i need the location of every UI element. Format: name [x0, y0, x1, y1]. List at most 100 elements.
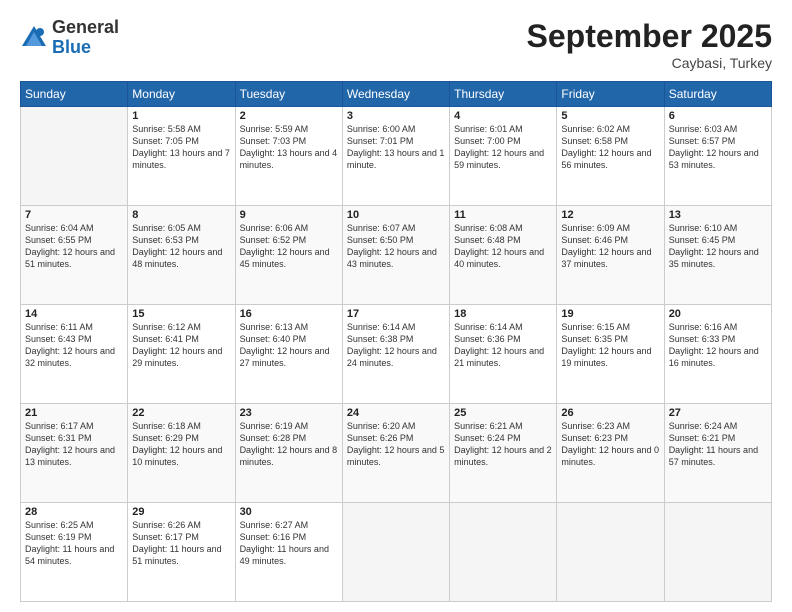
- logo-icon: [20, 24, 48, 52]
- day-info: Sunrise: 6:14 AMSunset: 6:36 PMDaylight:…: [454, 321, 552, 370]
- day-info: Sunrise: 6:06 AMSunset: 6:52 PMDaylight:…: [240, 222, 338, 271]
- week-row-2: 7Sunrise: 6:04 AMSunset: 6:55 PMDaylight…: [21, 206, 772, 305]
- day-info: Sunrise: 6:01 AMSunset: 7:00 PMDaylight:…: [454, 123, 552, 172]
- day-info: Sunrise: 6:19 AMSunset: 6:28 PMDaylight:…: [240, 420, 338, 469]
- day-number: 18: [454, 308, 552, 320]
- day-info: Sunrise: 6:12 AMSunset: 6:41 PMDaylight:…: [132, 321, 230, 370]
- day-header-friday: Friday: [557, 82, 664, 107]
- day-number: 22: [132, 407, 230, 419]
- day-number: 23: [240, 407, 338, 419]
- day-header-monday: Monday: [128, 82, 235, 107]
- calendar-cell: [450, 503, 557, 602]
- day-info: Sunrise: 5:59 AMSunset: 7:03 PMDaylight:…: [240, 123, 338, 172]
- day-number: 1: [132, 110, 230, 122]
- calendar-cell: 2Sunrise: 5:59 AMSunset: 7:03 PMDaylight…: [235, 107, 342, 206]
- calendar-cell: 23Sunrise: 6:19 AMSunset: 6:28 PMDayligh…: [235, 404, 342, 503]
- day-number: 27: [669, 407, 767, 419]
- calendar-cell: 9Sunrise: 6:06 AMSunset: 6:52 PMDaylight…: [235, 206, 342, 305]
- day-number: 14: [25, 308, 123, 320]
- day-number: 16: [240, 308, 338, 320]
- page: General Blue September 2025 Caybasi, Tur…: [0, 0, 792, 612]
- day-info: Sunrise: 6:17 AMSunset: 6:31 PMDaylight:…: [25, 420, 123, 469]
- calendar-cell: 15Sunrise: 6:12 AMSunset: 6:41 PMDayligh…: [128, 305, 235, 404]
- day-info: Sunrise: 6:24 AMSunset: 6:21 PMDaylight:…: [669, 420, 767, 469]
- calendar-cell: 8Sunrise: 6:05 AMSunset: 6:53 PMDaylight…: [128, 206, 235, 305]
- calendar-cell: [342, 503, 449, 602]
- calendar-cell: 24Sunrise: 6:20 AMSunset: 6:26 PMDayligh…: [342, 404, 449, 503]
- calendar-cell: 13Sunrise: 6:10 AMSunset: 6:45 PMDayligh…: [664, 206, 771, 305]
- day-info: Sunrise: 6:18 AMSunset: 6:29 PMDaylight:…: [132, 420, 230, 469]
- calendar-cell: 19Sunrise: 6:15 AMSunset: 6:35 PMDayligh…: [557, 305, 664, 404]
- calendar-cell: [557, 503, 664, 602]
- title-block: September 2025 Caybasi, Turkey: [527, 18, 772, 71]
- month-title: September 2025: [527, 18, 772, 55]
- day-header-wednesday: Wednesday: [342, 82, 449, 107]
- day-info: Sunrise: 6:13 AMSunset: 6:40 PMDaylight:…: [240, 321, 338, 370]
- day-info: Sunrise: 6:00 AMSunset: 7:01 PMDaylight:…: [347, 123, 445, 172]
- calendar-cell: 11Sunrise: 6:08 AMSunset: 6:48 PMDayligh…: [450, 206, 557, 305]
- day-number: 15: [132, 308, 230, 320]
- day-info: Sunrise: 6:26 AMSunset: 6:17 PMDaylight:…: [132, 519, 230, 568]
- day-number: 26: [561, 407, 659, 419]
- day-info: Sunrise: 5:58 AMSunset: 7:05 PMDaylight:…: [132, 123, 230, 172]
- day-number: 2: [240, 110, 338, 122]
- day-number: 28: [25, 506, 123, 518]
- calendar-cell: 3Sunrise: 6:00 AMSunset: 7:01 PMDaylight…: [342, 107, 449, 206]
- week-row-3: 14Sunrise: 6:11 AMSunset: 6:43 PMDayligh…: [21, 305, 772, 404]
- calendar-cell: 22Sunrise: 6:18 AMSunset: 6:29 PMDayligh…: [128, 404, 235, 503]
- calendar-cell: 30Sunrise: 6:27 AMSunset: 6:16 PMDayligh…: [235, 503, 342, 602]
- calendar-cell: 14Sunrise: 6:11 AMSunset: 6:43 PMDayligh…: [21, 305, 128, 404]
- day-number: 21: [25, 407, 123, 419]
- day-info: Sunrise: 6:05 AMSunset: 6:53 PMDaylight:…: [132, 222, 230, 271]
- day-info: Sunrise: 6:08 AMSunset: 6:48 PMDaylight:…: [454, 222, 552, 271]
- day-number: 29: [132, 506, 230, 518]
- header-row: SundayMondayTuesdayWednesdayThursdayFrid…: [21, 82, 772, 107]
- day-info: Sunrise: 6:04 AMSunset: 6:55 PMDaylight:…: [25, 222, 123, 271]
- day-info: Sunrise: 6:27 AMSunset: 6:16 PMDaylight:…: [240, 519, 338, 568]
- day-header-thursday: Thursday: [450, 82, 557, 107]
- calendar-cell: 12Sunrise: 6:09 AMSunset: 6:46 PMDayligh…: [557, 206, 664, 305]
- calendar-cell: 17Sunrise: 6:14 AMSunset: 6:38 PMDayligh…: [342, 305, 449, 404]
- calendar-cell: 6Sunrise: 6:03 AMSunset: 6:57 PMDaylight…: [664, 107, 771, 206]
- week-row-1: 1Sunrise: 5:58 AMSunset: 7:05 PMDaylight…: [21, 107, 772, 206]
- day-info: Sunrise: 6:02 AMSunset: 6:58 PMDaylight:…: [561, 123, 659, 172]
- week-row-4: 21Sunrise: 6:17 AMSunset: 6:31 PMDayligh…: [21, 404, 772, 503]
- day-number: 3: [347, 110, 445, 122]
- calendar-cell: 7Sunrise: 6:04 AMSunset: 6:55 PMDaylight…: [21, 206, 128, 305]
- calendar-cell: [21, 107, 128, 206]
- calendar-table: SundayMondayTuesdayWednesdayThursdayFrid…: [20, 81, 772, 602]
- day-info: Sunrise: 6:10 AMSunset: 6:45 PMDaylight:…: [669, 222, 767, 271]
- calendar-cell: 26Sunrise: 6:23 AMSunset: 6:23 PMDayligh…: [557, 404, 664, 503]
- week-row-5: 28Sunrise: 6:25 AMSunset: 6:19 PMDayligh…: [21, 503, 772, 602]
- calendar-cell: 29Sunrise: 6:26 AMSunset: 6:17 PMDayligh…: [128, 503, 235, 602]
- day-number: 25: [454, 407, 552, 419]
- calendar-cell: 5Sunrise: 6:02 AMSunset: 6:58 PMDaylight…: [557, 107, 664, 206]
- day-number: 17: [347, 308, 445, 320]
- day-info: Sunrise: 6:09 AMSunset: 6:46 PMDaylight:…: [561, 222, 659, 271]
- day-header-sunday: Sunday: [21, 82, 128, 107]
- calendar-cell: 18Sunrise: 6:14 AMSunset: 6:36 PMDayligh…: [450, 305, 557, 404]
- day-number: 4: [454, 110, 552, 122]
- day-number: 9: [240, 209, 338, 221]
- day-info: Sunrise: 6:16 AMSunset: 6:33 PMDaylight:…: [669, 321, 767, 370]
- calendar-cell: 10Sunrise: 6:07 AMSunset: 6:50 PMDayligh…: [342, 206, 449, 305]
- day-number: 6: [669, 110, 767, 122]
- logo-general-text: General: [52, 18, 119, 38]
- day-info: Sunrise: 6:14 AMSunset: 6:38 PMDaylight:…: [347, 321, 445, 370]
- day-number: 24: [347, 407, 445, 419]
- day-info: Sunrise: 6:07 AMSunset: 6:50 PMDaylight:…: [347, 222, 445, 271]
- logo: General Blue: [20, 18, 119, 58]
- day-info: Sunrise: 6:21 AMSunset: 6:24 PMDaylight:…: [454, 420, 552, 469]
- logo-blue-text: Blue: [52, 38, 119, 58]
- day-info: Sunrise: 6:20 AMSunset: 6:26 PMDaylight:…: [347, 420, 445, 469]
- day-number: 19: [561, 308, 659, 320]
- day-number: 8: [132, 209, 230, 221]
- calendar-cell: 27Sunrise: 6:24 AMSunset: 6:21 PMDayligh…: [664, 404, 771, 503]
- calendar-cell: 21Sunrise: 6:17 AMSunset: 6:31 PMDayligh…: [21, 404, 128, 503]
- day-number: 13: [669, 209, 767, 221]
- day-number: 7: [25, 209, 123, 221]
- calendar-cell: 1Sunrise: 5:58 AMSunset: 7:05 PMDaylight…: [128, 107, 235, 206]
- day-info: Sunrise: 6:15 AMSunset: 6:35 PMDaylight:…: [561, 321, 659, 370]
- day-number: 20: [669, 308, 767, 320]
- day-number: 10: [347, 209, 445, 221]
